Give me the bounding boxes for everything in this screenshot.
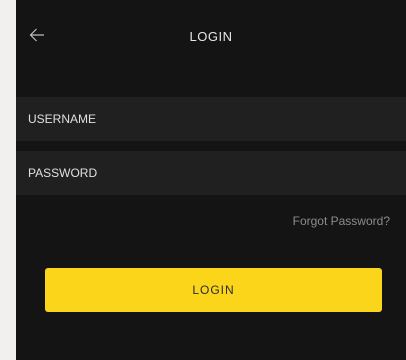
login-button[interactable]: LOGIN (45, 268, 382, 312)
page-title: LOGIN (189, 29, 233, 44)
password-input[interactable] (28, 166, 406, 180)
header: LOGIN (16, 0, 406, 78)
login-button-label: LOGIN (192, 283, 235, 297)
login-screen: LOGIN Forgot Password? LOGIN (16, 0, 406, 360)
username-field-container[interactable] (16, 97, 406, 141)
password-field-container[interactable] (16, 151, 406, 195)
username-input[interactable] (28, 112, 406, 126)
forgot-password-link[interactable]: Forgot Password? (293, 214, 390, 228)
